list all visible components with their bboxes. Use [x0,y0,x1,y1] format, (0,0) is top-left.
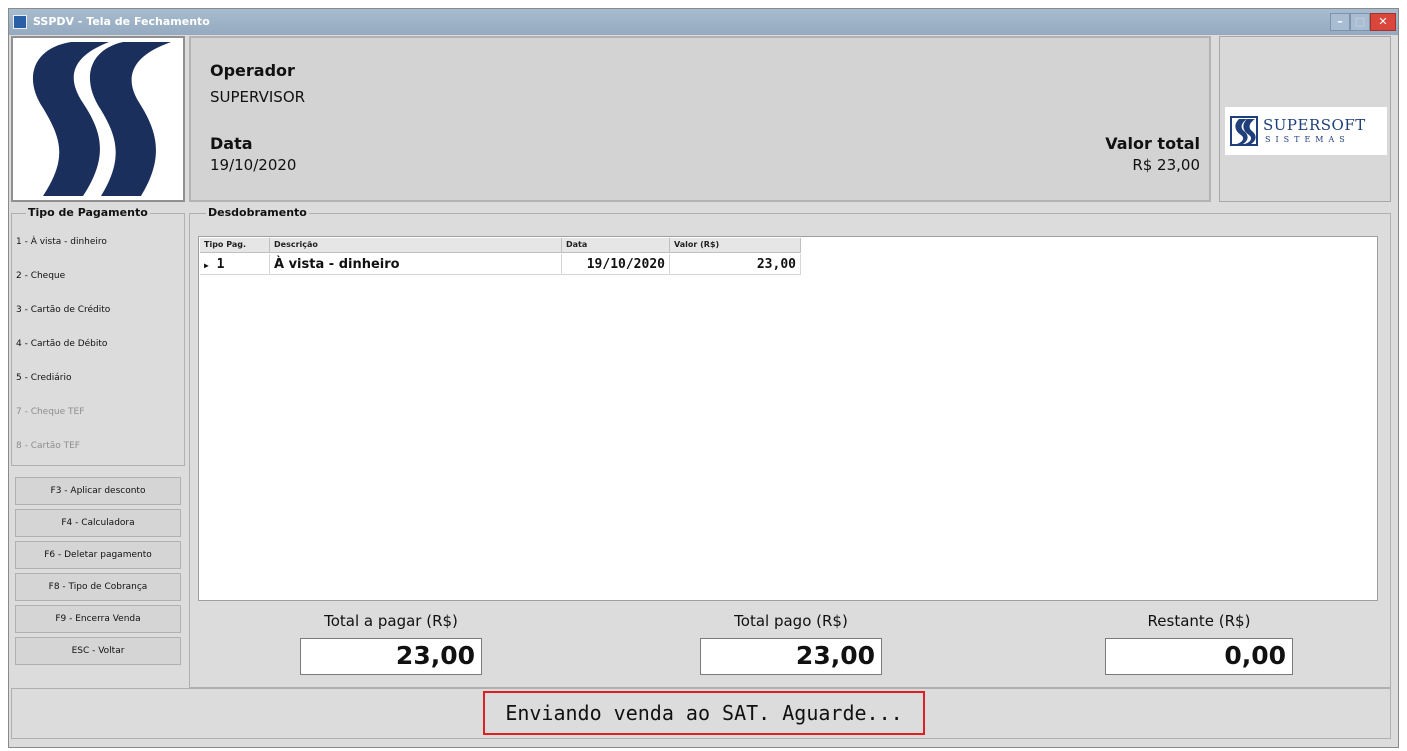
calculator-button[interactable]: F4 - Calculadora [15,509,181,537]
close-button[interactable]: ✕ [1370,13,1396,31]
payment-type-title: Tipo de Pagamento [26,206,150,219]
payments-grid[interactable]: Tipo Pag. Descrição Data Valor (R$) ▶ 1 … [198,236,1378,601]
window-title: SSPDV - Tela de Fechamento [33,15,210,28]
row-pointer-icon: ▶ [204,261,209,270]
cell-descricao[interactable]: À vista - dinheiro [270,254,562,275]
sale-header [189,36,1211,202]
brand-name: SUPERSOFT [1263,116,1366,134]
operador-value: SUPERVISOR [210,88,306,106]
app-icon [13,15,27,29]
restante-field: 0,00 [1105,638,1293,675]
brand-panel: SUPERSOFT SISTEMAS [1219,36,1391,202]
column-header[interactable]: Descrição [270,238,562,253]
cell-valor[interactable]: 23,00 [670,254,801,275]
cell-data[interactable]: 19/10/2020 [562,254,670,275]
column-header[interactable]: Data [562,238,670,253]
payment-type-item: 7 - Cheque TEF [16,407,85,417]
payment-type-item[interactable]: 4 - Cartão de Débito [16,339,107,349]
payment-type-item[interactable]: 1 - À vista - dinheiro [16,237,107,247]
column-header[interactable]: Valor (R$) [670,238,801,253]
minimize-button[interactable]: – [1330,13,1350,31]
apply-discount-button[interactable]: F3 - Aplicar desconto [15,477,181,505]
title-bar[interactable]: SSPDV - Tela de Fechamento – □ ✕ [9,9,1398,35]
store-logo [11,36,185,202]
restante-label: Restante (R$) [1147,612,1251,630]
total-a-pagar-label: Total a pagar (R$) [324,612,458,630]
back-button[interactable]: ESC - Voltar [15,637,181,665]
maximize-button[interactable]: □ [1350,13,1370,31]
close-sale-button[interactable]: F9 - Encerra Venda [15,605,181,633]
desdobramento-title: Desdobramento [206,206,309,219]
supersoft-logo: SUPERSOFT SISTEMAS [1225,107,1387,155]
total-pago-field: 23,00 [700,638,882,675]
brand-sub: SISTEMAS [1265,135,1350,144]
payment-type-group: Tipo de Pagamento 1 - À vista - dinheiro… [11,206,185,466]
total-pago-label: Total pago (R$) [734,612,848,630]
data-label: Data [210,134,253,153]
payment-type-item[interactable]: 2 - Cheque [16,271,65,281]
valor-total-value: R$ 23,00 [1132,156,1200,174]
payment-type-item[interactable]: 3 - Cartão de Crédito [16,305,110,315]
payment-type-item: 8 - Cartão TEF [16,441,80,451]
data-value: 19/10/2020 [210,156,297,174]
delete-payment-button[interactable]: F6 - Deletar pagamento [15,541,181,569]
cell-tipo: 1 [216,257,225,272]
total-a-pagar-field: 23,00 [300,638,482,675]
valor-total-label: Valor total [1105,134,1200,153]
ss-logo-icon [13,38,183,200]
table-row[interactable]: ▶ 1 [200,254,270,275]
status-message: Enviando venda ao SAT. Aguarde... [483,691,925,735]
operador-label: Operador [210,61,295,80]
column-header[interactable]: Tipo Pag. [200,238,270,253]
billing-type-button[interactable]: F8 - Tipo de Cobrança [15,573,181,601]
payment-type-item[interactable]: 5 - Crediário [16,373,71,383]
